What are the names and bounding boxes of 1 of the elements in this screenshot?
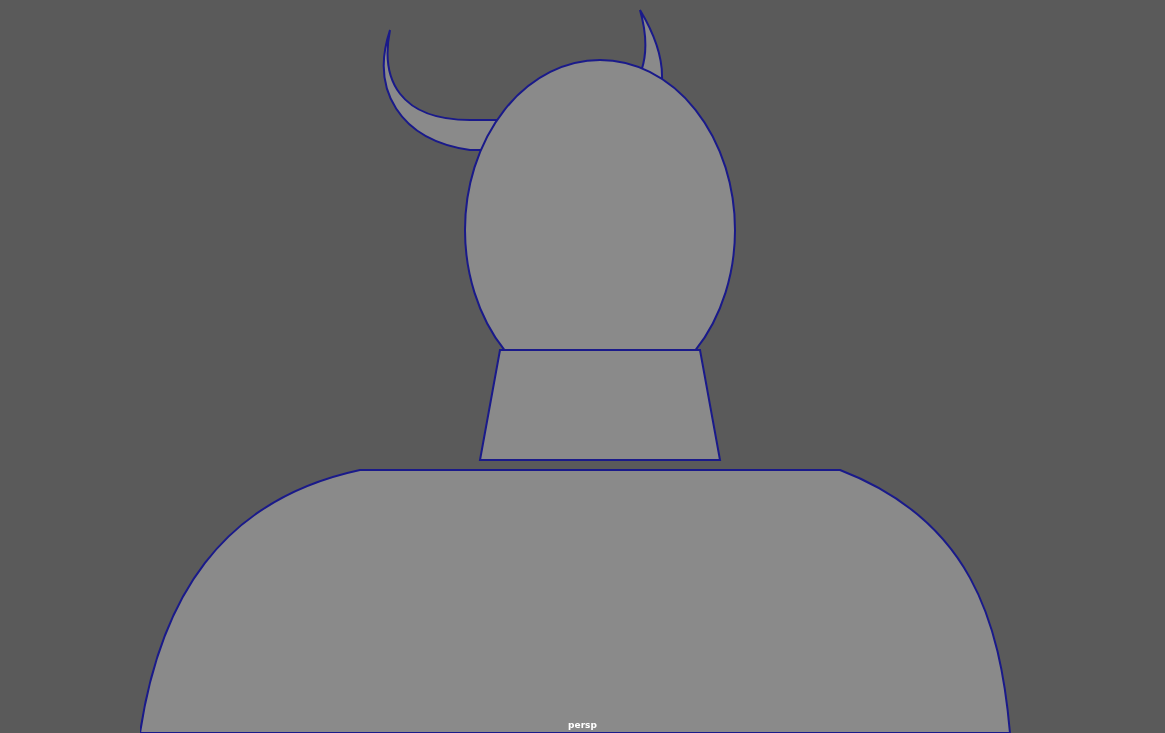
camera-label: persp [568, 720, 597, 730]
